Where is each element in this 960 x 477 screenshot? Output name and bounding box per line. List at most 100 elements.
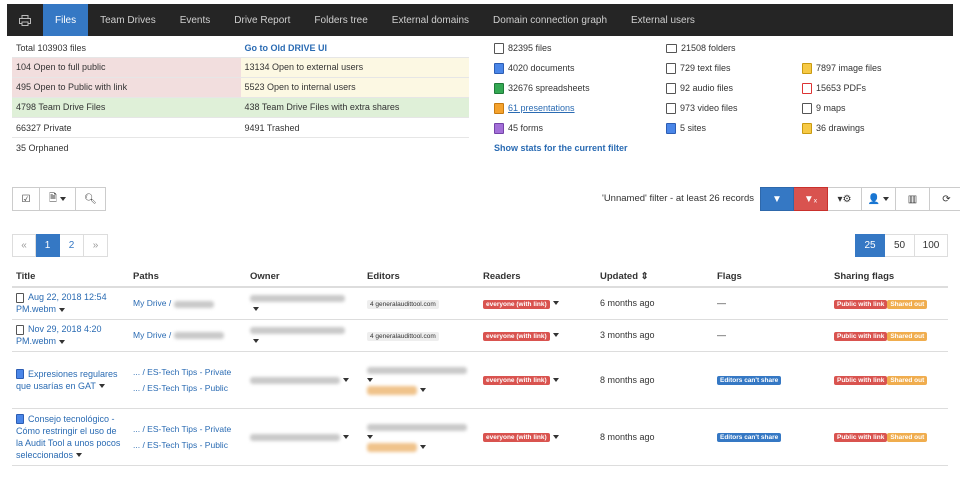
readers-badge[interactable]: everyone (with link) — [483, 299, 550, 309]
show-stats-link[interactable]: Show stats for the current filter — [494, 143, 628, 153]
readers-badge[interactable]: everyone (with link) — [483, 331, 550, 341]
search-button[interactable]: 🔍︎ — [76, 187, 106, 211]
chevron-down-icon[interactable] — [98, 384, 105, 389]
image-icon — [802, 62, 812, 74]
col-title[interactable]: Title — [12, 267, 129, 288]
maps-stat[interactable]: 9 maps — [802, 102, 846, 114]
col-flags[interactable]: Flags — [713, 267, 830, 288]
next-page-button[interactable]: » — [84, 234, 108, 257]
clear-filter-button[interactable]: ▼ₓ — [794, 187, 828, 211]
team-drive-files-stat[interactable]: 4798 Team Drive Files — [12, 98, 241, 117]
chevron-down-icon[interactable] — [59, 307, 66, 312]
table-row[interactable]: Expresiones regulares que usarías en GAT… — [12, 351, 948, 409]
chevron-down-icon[interactable] — [253, 338, 259, 343]
old-drive-ui-link[interactable]: Go to Old DRIVE UI — [245, 43, 328, 53]
path-link[interactable]: My Drive / — [133, 327, 242, 343]
tab-files[interactable]: Files — [43, 4, 89, 36]
user-menu-button[interactable]: 👤 — [862, 187, 896, 211]
chevron-down-icon[interactable] — [343, 435, 349, 440]
prev-page-button[interactable]: « — [12, 234, 36, 257]
chevron-down-icon[interactable] — [367, 378, 373, 383]
path-link[interactable]: ... / ES-Tech Tips - Public — [133, 380, 242, 396]
drawings-stat[interactable]: 36 drawings — [802, 122, 865, 134]
video-files-stat[interactable]: 973 video files — [666, 102, 802, 114]
col-paths[interactable]: Paths — [129, 267, 246, 288]
title-cell[interactable]: Consejo tecnológico - Cómo restringir el… — [12, 408, 129, 466]
internal-users-stat[interactable]: 5523 Open to internal users — [240, 78, 469, 97]
image-files-stat[interactable]: 7897 image files — [802, 62, 882, 74]
col-updated[interactable]: Updated ⇕ — [596, 267, 713, 288]
filter-button[interactable]: ▼ — [760, 187, 794, 211]
trashed-stat[interactable]: 9491 Trashed — [241, 123, 470, 133]
private-stat[interactable]: 66327 Private — [12, 123, 241, 133]
chevron-down-icon[interactable] — [253, 306, 259, 311]
path-link[interactable]: My Drive / — [133, 295, 242, 311]
path-link[interactable]: ... / ES-Tech Tips - Public — [133, 437, 242, 453]
public-with-link-stat[interactable]: 495 Open to Public with link — [12, 78, 241, 97]
page-size-100[interactable]: 100 — [915, 234, 948, 257]
filter-icon: ▼ — [772, 193, 782, 205]
page-size-50[interactable]: 50 — [885, 234, 915, 257]
spreadsheets-stat[interactable]: 32676 spreadsheets — [494, 82, 666, 94]
forms-stat[interactable]: 45 forms — [494, 122, 666, 134]
col-editors[interactable]: Editors — [363, 267, 479, 288]
orphaned-stat[interactable]: 35 Orphaned — [12, 143, 241, 153]
page-size-25[interactable]: 25 — [855, 234, 885, 257]
chevron-down-icon[interactable] — [367, 435, 373, 440]
audio-files-stat[interactable]: 92 audio files — [666, 82, 802, 94]
refresh-button[interactable]: ⟳ — [930, 187, 960, 211]
chevron-down-icon[interactable] — [552, 333, 559, 338]
external-users-stat[interactable]: 13134 Open to external users — [240, 58, 469, 77]
tab-team-drives[interactable]: Team Drives — [88, 4, 168, 36]
text-files-stat[interactable]: 729 text files — [666, 62, 802, 74]
path-link[interactable]: ... / ES-Tech Tips - Private — [133, 364, 242, 380]
select-button[interactable]: ☑ — [12, 187, 40, 211]
full-public-stat[interactable]: 104 Open to full public — [12, 58, 241, 77]
files-stat[interactable]: 82395 files — [494, 42, 666, 54]
pagination: « 1 2 » — [12, 234, 108, 257]
chevron-down-icon[interactable] — [420, 445, 426, 450]
path-link[interactable]: ... / ES-Tech Tips - Private — [133, 421, 242, 437]
folders-stat[interactable]: 21508 folders — [666, 43, 736, 53]
sites-stat[interactable]: 5 sites — [666, 122, 802, 134]
col-sharing-flags[interactable]: Sharing flags — [830, 267, 948, 288]
chevron-down-icon[interactable] — [552, 377, 559, 382]
tab-external-domains[interactable]: External domains — [380, 4, 481, 36]
readers-cell: everyone (with link) — [479, 287, 596, 320]
chevron-down-icon[interactable] — [552, 301, 559, 306]
export-button[interactable]: 🗎 — [40, 187, 76, 211]
chevron-down-icon[interactable] — [420, 388, 426, 393]
chevron-down-icon[interactable] — [76, 453, 83, 458]
sharing-flags-cell: Public with link Shared out — [830, 287, 948, 320]
readers-badge[interactable]: everyone (with link) — [483, 433, 550, 442]
chevron-down-icon[interactable] — [552, 434, 559, 439]
editors-badge[interactable]: 4 generalaudittool.com — [367, 299, 439, 309]
table-row[interactable]: Aug 22, 2018 12:54 PM.webm My Drive / 4 … — [12, 287, 948, 320]
columns-button[interactable]: ▥ — [896, 187, 930, 211]
top-nav: Files Team Drives Events Drive Report Fo… — [7, 4, 953, 36]
editors-badge[interactable]: 4 generalaudittool.com — [367, 331, 439, 341]
chevron-down-icon[interactable] — [59, 339, 66, 344]
team-drive-extra-shares-stat[interactable]: 438 Team Drive Files with extra shares — [240, 98, 469, 117]
col-owner[interactable]: Owner — [246, 267, 363, 288]
tab-events[interactable]: Events — [168, 4, 223, 36]
chevron-down-icon[interactable] — [343, 378, 349, 383]
title-cell[interactable]: Expresiones regulares que usarías en GAT — [12, 351, 129, 409]
readers-badge[interactable]: everyone (with link) — [483, 376, 550, 385]
table-row[interactable]: Nov 29, 2018 4:20 PM.webm My Drive / 4 g… — [12, 319, 948, 352]
filter-options-button[interactable]: ▾⚙ — [828, 187, 862, 211]
page-1-button[interactable]: 1 — [36, 234, 60, 257]
col-readers[interactable]: Readers — [479, 267, 596, 288]
tab-external-users[interactable]: External users — [619, 4, 707, 36]
printer-icon[interactable] — [7, 4, 43, 36]
pdfs-stat[interactable]: 15653 PDFs — [802, 82, 866, 94]
tab-folders-tree[interactable]: Folders tree — [302, 4, 379, 36]
title-cell[interactable]: Nov 29, 2018 4:20 PM.webm — [12, 319, 129, 352]
documents-stat[interactable]: 4020 documents — [494, 62, 666, 74]
title-cell[interactable]: Aug 22, 2018 12:54 PM.webm — [12, 287, 129, 320]
table-row[interactable]: Consejo tecnológico - Cómo restringir el… — [12, 408, 948, 466]
tab-domain-connection-graph[interactable]: Domain connection graph — [481, 4, 619, 36]
page-2-button[interactable]: 2 — [60, 234, 84, 257]
tab-drive-report[interactable]: Drive Report — [222, 4, 302, 36]
presentations-stat[interactable]: 61 presentations — [494, 102, 666, 114]
